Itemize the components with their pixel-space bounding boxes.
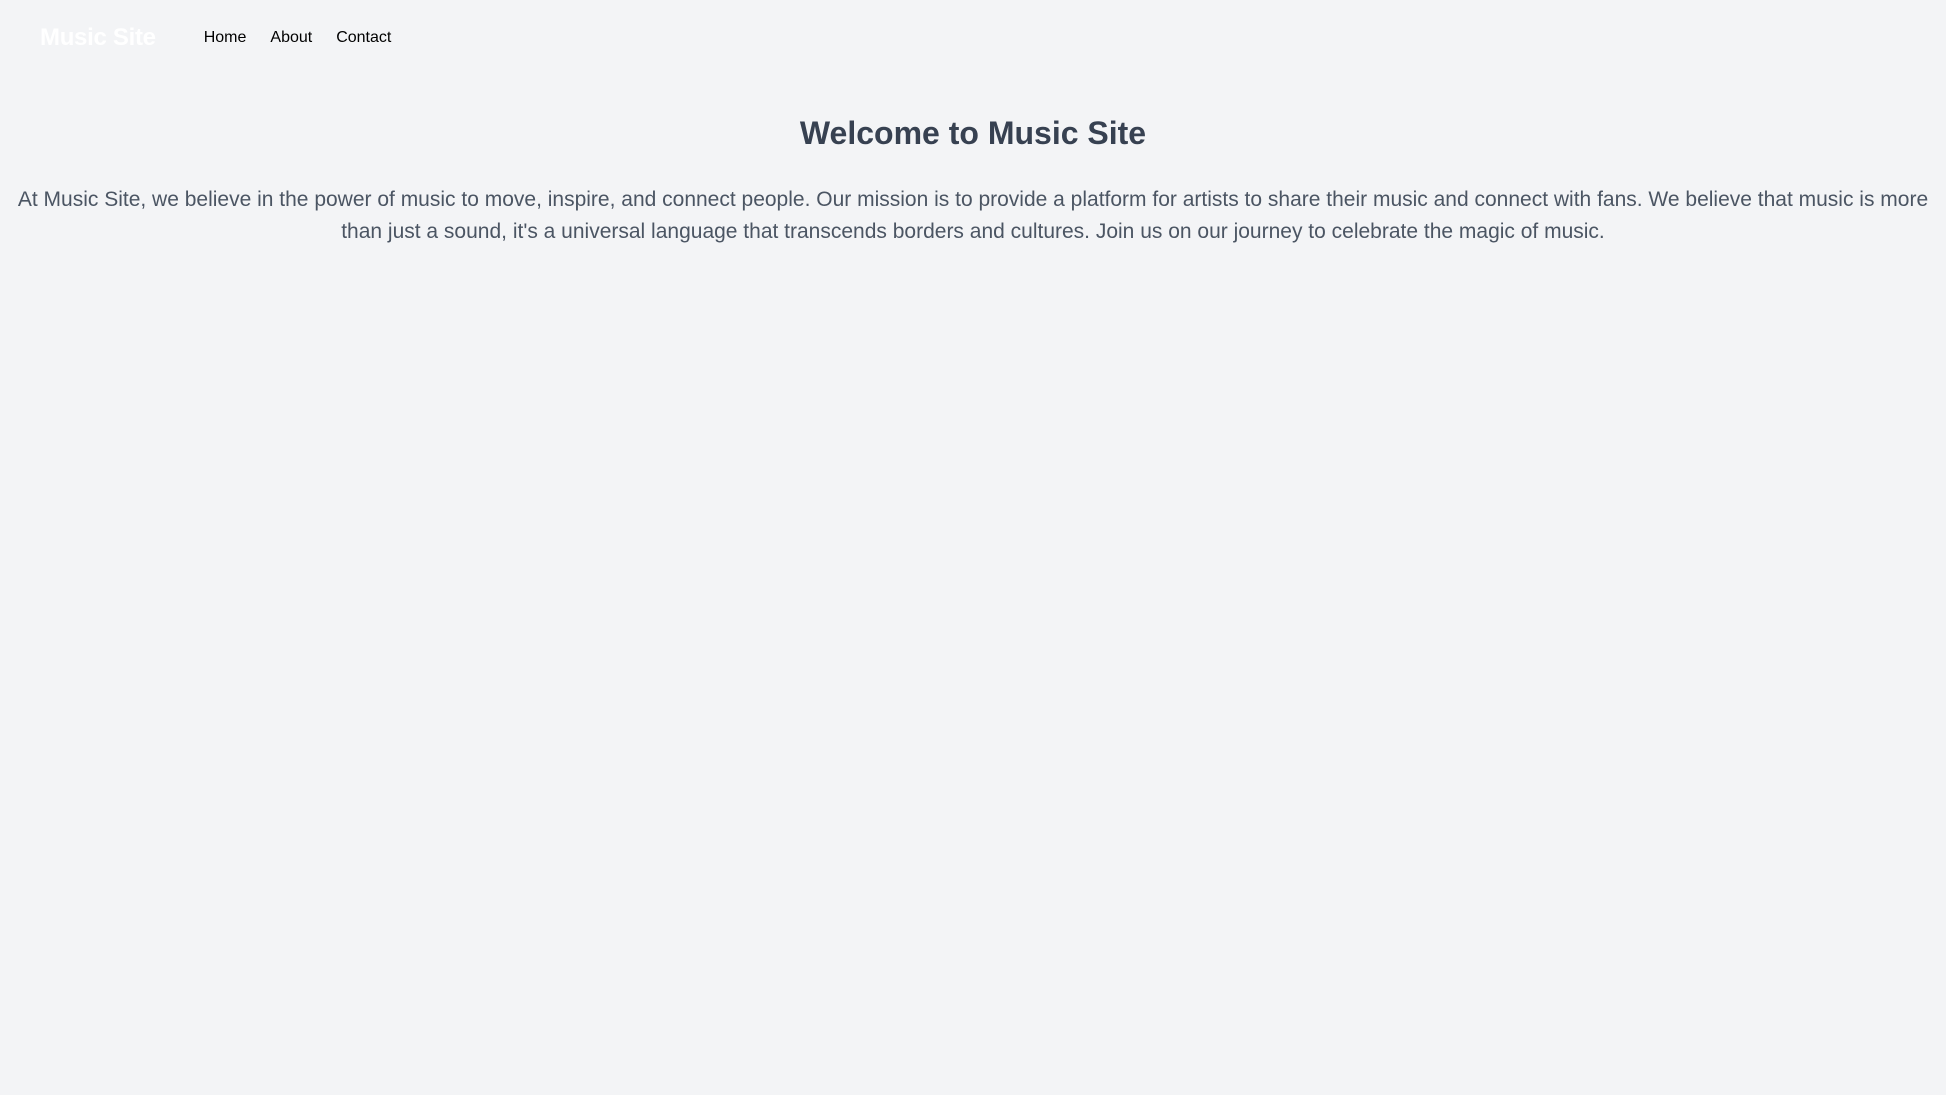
page-title: Welcome to Music Site (799, 115, 1147, 151)
nav-links: Home About Contact (204, 26, 392, 50)
intro-paragraph: At Music Site, we believe in the power o… (17, 188, 1929, 243)
nav-link-home[interactable]: Home (204, 26, 247, 50)
brand-logo[interactable]: Music Site (40, 24, 156, 52)
brand-title: Music Site (40, 24, 156, 51)
main-content: Welcome to Music Site At Music Site, we … (0, 114, 1946, 248)
nav-link-about[interactable]: About (270, 26, 312, 50)
main-navbar: Music Site Home About Contact (0, 0, 1946, 76)
page-root: Music Site Home About Contact Welcome to… (0, 0, 1946, 1095)
nav-link-contact[interactable]: Contact (336, 26, 391, 50)
